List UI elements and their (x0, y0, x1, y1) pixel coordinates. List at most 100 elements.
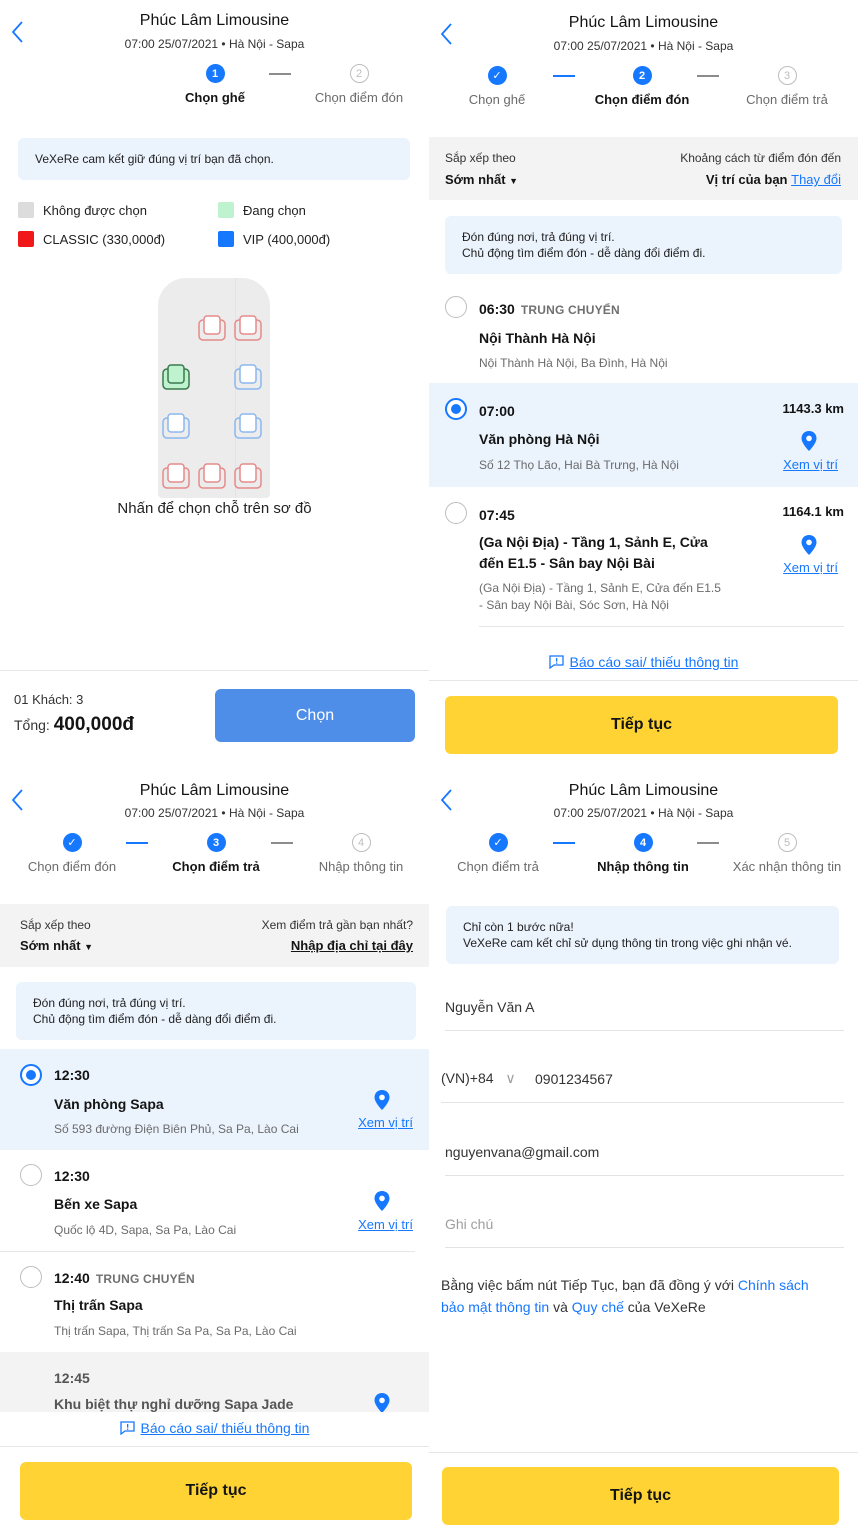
seat-classic[interactable] (197, 314, 227, 342)
dropoff-option[interactable]: 12:30 Bến xe Sapa Quốc lộ 4D, Sapa, Sa P… (0, 1151, 429, 1251)
continue-button[interactable]: Tiếp tục (442, 1467, 839, 1525)
step-number: 5 (777, 833, 797, 852)
dropoff-notice: Đón đúng nơi, trả đúng vị trí. Chủ động … (16, 982, 416, 1040)
pickup-option[interactable]: 06:30 TRUNG CHUYỂN Nội Thành Hà Nội Nội T… (429, 283, 858, 383)
screen-pickup-point: Phúc Lâm Limousine 07:00 25/07/2021 • Hà… (429, 0, 858, 768)
radio-button[interactable] (445, 502, 467, 524)
transfer-tag: TRUNG CHUYỂN (520, 303, 620, 317)
continue-button[interactable]: Tiếp tục (20, 1462, 412, 1520)
map-pin-icon (374, 1191, 390, 1211)
pickup-address: Số 12 Thọ Lão, Hai Bà Trưng, Hà Nội (479, 458, 679, 472)
step-info[interactable]: 4 Nhập thông tin (291, 833, 429, 874)
dropoff-option[interactable]: 12:40 TRUNG CHUYỂN Thị trấn Sapa Thị trấn… (0, 1253, 429, 1352)
phone-field[interactable]: (VN)+84 ∨ 0901234567 (441, 1053, 844, 1103)
seat-classic[interactable] (233, 462, 263, 490)
pickup-option[interactable]: 07:45 1164.1 km (Ga Nội Địa) - Tầng 1, S… (429, 487, 858, 627)
screen-select-seat: Phúc Lâm Limousine 07:00 25/07/2021 • Hà… (0, 0, 429, 768)
seat-classic[interactable] (233, 314, 263, 342)
step-confirm[interactable]: 5 Xác nhận thông tin (717, 833, 857, 874)
seat-classic[interactable] (161, 462, 191, 490)
sort-label: Sắp xếp theo (445, 151, 516, 165)
dropoff-time: 12:30 (54, 1067, 90, 1083)
caret-down-icon: ▼ (84, 942, 94, 952)
email-field[interactable]: nguyenvana@gmail.com (445, 1128, 844, 1176)
enter-address-link[interactable]: Nhập địa chỉ tại đây (291, 938, 413, 953)
sort-label: Sắp xếp theo (20, 918, 91, 932)
dropoff-address: Quốc lộ 4D, Sapa, Sa Pa, Lào Cai (54, 1223, 237, 1237)
total-label: Tổng: (14, 717, 50, 733)
view-location-link[interactable]: Xem vị trí (783, 457, 838, 472)
pickup-option-selected[interactable]: 07:00 1143.3 km Văn phòng Hà Nội Số 12 T… (429, 383, 858, 487)
legend-label: CLASSIC (330,000đ) (43, 231, 166, 247)
notice-line: Chủ động tìm điểm đón - dễ dàng đổi điểm… (462, 246, 706, 260)
report-link[interactable]: Báo cáo sai/ thiếu thông tin (0, 1420, 429, 1436)
check-icon: ✓ (487, 66, 507, 85)
commitment-notice: VeXeRe cam kết giữ đúng vị trí bạn đã ch… (18, 138, 410, 180)
seat-selected[interactable] (161, 363, 191, 391)
dropoff-address: Thị trấn Sapa, Thị trấn Sa Pa, Sa Pa, Là… (54, 1324, 297, 1338)
distance-origin: Vị trí của bạn Thay đổi (706, 172, 841, 187)
step-label: Chọn điểm trả (172, 859, 260, 874)
step-connector (126, 842, 148, 844)
choose-button[interactable]: Chọn (215, 689, 415, 742)
step-choose-seat[interactable]: 1 Chọn ghế (145, 64, 285, 105)
step-pickup[interactable]: 2 Chọn điểm đón (289, 64, 429, 105)
dropoff-option-selected[interactable]: 12:30 Văn phòng Sapa Số 593 đường Điện B… (0, 1049, 429, 1150)
info-notice: Chỉ còn 1 bước nữa! VeXeRe cam kết chỉ s… (446, 906, 839, 964)
legend-label: Không được chọn (43, 202, 147, 218)
seat-icon (234, 413, 262, 439)
change-location-link[interactable]: Thay đổi (791, 172, 841, 187)
footer-divider (429, 1452, 858, 1453)
terms-prefix: Bằng việc bấm nút Tiếp Tục, bạn đã đồng … (441, 1277, 738, 1293)
sort-value: Sớm nhất (445, 172, 506, 187)
step-pickup[interactable]: ✓ Chọn điểm đón (2, 833, 142, 874)
view-location-link[interactable]: Xem vị trí (783, 560, 838, 575)
radio-button-checked[interactable] (20, 1064, 42, 1086)
seat-icon (234, 364, 262, 390)
trip-title: Phúc Lâm Limousine (568, 782, 719, 799)
seat-icon (198, 315, 226, 341)
sort-dropdown[interactable]: Sớm nhất ▼ (445, 172, 518, 187)
pickup-name: (Ga Nội Địa) - Tầng 1, Sảnh E, Cửa đến E… (479, 534, 708, 571)
seat-icon (162, 364, 190, 390)
trip-subtitle: 07:00 25/07/2021 • Hà Nội - Sapa (553, 39, 734, 53)
view-location-link[interactable]: Xem vị trí (358, 1115, 413, 1130)
step-dropoff[interactable]: 3 Chọn điểm trả (717, 66, 857, 107)
guest-count: 01 Khách: 3 (14, 692, 84, 707)
privacy-policy-link[interactable]: Chính sách (738, 1277, 809, 1293)
dropoff-option-unavailable[interactable]: 12:45 Khu biệt thự nghỉ dưỡng Sapa Jade (0, 1352, 429, 1413)
notice-line: Chủ động tìm điểm đón - dễ dàng đổi điểm… (33, 1012, 277, 1026)
view-location-link[interactable]: Xem vị trí (358, 1217, 413, 1232)
radio-button[interactable] (445, 296, 467, 318)
privacy-policy-link-cont[interactable]: bảo mật thông tin (441, 1299, 549, 1315)
continue-button[interactable]: Tiếp tục (445, 696, 838, 754)
step-dropoff[interactable]: ✓ Chọn điểm trả (429, 833, 568, 874)
footer-divider (0, 1446, 429, 1447)
trip-title: Phúc Lâm Limousine (139, 12, 290, 29)
stepper: ✓ Chọn ghế 2 Chọn điểm đón 3 Chọn điểm t… (429, 66, 858, 112)
pickup-distance: 1143.3 km (782, 401, 844, 416)
step-choose-seat[interactable]: ✓ Chọn ghế (429, 66, 567, 107)
sort-dropdown[interactable]: Sớm nhất ▼ (20, 938, 93, 953)
step-info[interactable]: 4 Nhập thông tin (573, 833, 713, 874)
radio-button[interactable] (20, 1266, 42, 1288)
note-field[interactable]: Ghi chú (445, 1200, 844, 1248)
nearest-label: Xem điểm trả gần bạn nhất? (261, 918, 413, 932)
name-field[interactable]: Nguyễn Văn A (445, 986, 844, 1031)
seat-vip[interactable] (161, 412, 191, 440)
seat-classic[interactable] (197, 462, 227, 490)
report-link[interactable]: Báo cáo sai/ thiếu thông tin (429, 654, 858, 670)
radio-button[interactable] (20, 1164, 42, 1186)
step-label: Chọn điểm đón (27, 859, 117, 874)
step-dropoff[interactable]: 3 Chọn điểm trả (146, 833, 286, 874)
radio-button-checked[interactable] (445, 398, 467, 420)
step-number: 2 (349, 64, 369, 83)
seat-vip[interactable] (233, 412, 263, 440)
regulations-link[interactable]: Quy chế (572, 1299, 624, 1315)
pickup-distance: 1164.1 km (782, 504, 844, 519)
pickup-address: (Ga Nội Địa) - Tầng 1, Sảnh E, Cửa đến E… (479, 581, 721, 612)
step-connector (271, 842, 293, 844)
seat-vip[interactable] (233, 363, 263, 391)
country-code-select[interactable]: (VN)+84 ∨ (441, 1070, 516, 1087)
step-pickup[interactable]: 2 Chọn điểm đón (572, 66, 712, 107)
